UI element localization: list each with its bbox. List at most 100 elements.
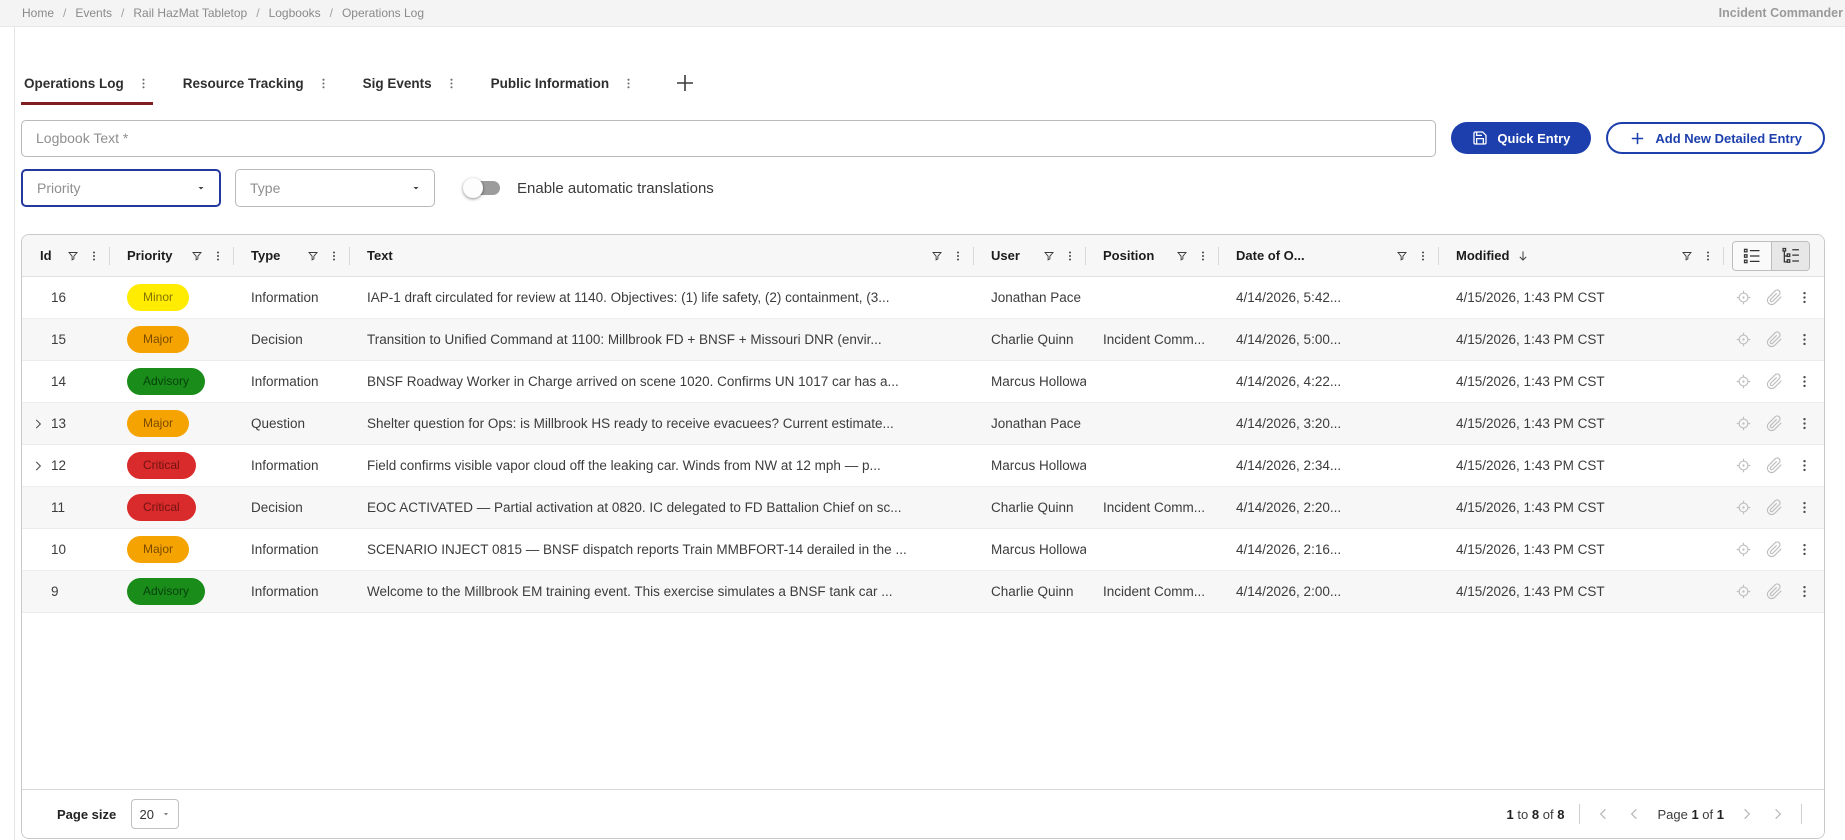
locate-target-icon[interactable] <box>1735 499 1752 516</box>
tab-menu-icon[interactable] <box>137 77 150 90</box>
tab-menu-icon[interactable] <box>622 77 635 90</box>
filter-icon[interactable] <box>1396 250 1408 262</box>
pager-divider <box>1801 804 1802 824</box>
grouped-list-view-icon[interactable] <box>1771 242 1809 270</box>
next-page-icon[interactable] <box>1739 806 1755 822</box>
page-size-select[interactable]: 20 <box>131 799 179 829</box>
tab-operations-log[interactable]: Operations Log <box>21 76 153 105</box>
quick-entry-button[interactable]: Quick Entry <box>1451 122 1591 154</box>
table-footer: Page size 20 1 to 8 of 8 Page 1 of 1 <box>22 789 1824 838</box>
column-menu-icon[interactable] <box>1417 250 1429 262</box>
locate-target-icon[interactable] <box>1735 373 1752 390</box>
row-menu-icon[interactable] <box>1797 500 1812 515</box>
logbook-text-input[interactable] <box>21 120 1436 157</box>
last-page-icon[interactable] <box>1770 806 1786 822</box>
locate-target-icon[interactable] <box>1735 457 1752 474</box>
table-row[interactable]: 14 Advisory Information BNSF Roadway Wor… <box>22 361 1824 403</box>
row-menu-icon[interactable] <box>1797 332 1812 347</box>
attachment-paperclip-icon[interactable] <box>1766 289 1783 306</box>
column-menu-icon[interactable] <box>212 250 224 262</box>
locate-target-icon[interactable] <box>1735 331 1752 348</box>
row-menu-icon[interactable] <box>1797 374 1812 389</box>
table-row[interactable]: 16 Minor Information IAP-1 draft circula… <box>22 277 1824 319</box>
table-row[interactable]: 10 Major Information SCENARIO INJECT 081… <box>22 529 1824 571</box>
table-row[interactable]: 12 Critical Information Field confirms v… <box>22 445 1824 487</box>
filter-icon[interactable] <box>1043 250 1055 262</box>
chevron-down-icon <box>161 809 171 819</box>
row-menu-icon[interactable] <box>1797 290 1812 305</box>
tab-sig-events[interactable]: Sig Events <box>360 76 461 105</box>
tab-label: Public Information <box>491 76 610 91</box>
plus-icon <box>1629 130 1646 147</box>
add-detailed-entry-button[interactable]: Add New Detailed Entry <box>1606 122 1825 154</box>
tab-label: Sig Events <box>363 76 432 91</box>
type-select[interactable]: Type <box>235 169 435 207</box>
column-menu-icon[interactable] <box>1064 250 1076 262</box>
expand-chevron-icon[interactable] <box>28 456 48 476</box>
filter-icon[interactable] <box>307 250 319 262</box>
column-header-priority[interactable]: Priority <box>110 235 234 276</box>
breadcrumb-item-events[interactable]: Events <box>75 6 112 20</box>
column-menu-icon[interactable] <box>1197 250 1209 262</box>
filter-icon[interactable] <box>931 250 943 262</box>
tab-public-information[interactable]: Public Information <box>488 76 639 105</box>
attachment-paperclip-icon[interactable] <box>1766 457 1783 474</box>
filter-icon[interactable] <box>191 250 203 262</box>
row-id: 16 <box>51 290 66 305</box>
locate-target-icon[interactable] <box>1735 541 1752 558</box>
row-type: Information <box>234 529 350 570</box>
row-position: Incident Comm... <box>1086 487 1219 528</box>
attachment-paperclip-icon[interactable] <box>1766 583 1783 600</box>
breadcrumb-item-logbooks[interactable]: Logbooks <box>269 6 321 20</box>
tab-menu-icon[interactable] <box>317 77 330 90</box>
previous-page-icon[interactable] <box>1626 806 1642 822</box>
tab-resource-tracking[interactable]: Resource Tracking <box>180 76 333 105</box>
locate-target-icon[interactable] <box>1735 289 1752 306</box>
row-menu-icon[interactable] <box>1797 416 1812 431</box>
column-menu-icon[interactable] <box>88 250 100 262</box>
row-menu-icon[interactable] <box>1797 584 1812 599</box>
breadcrumb-item-event-name[interactable]: Rail HazMat Tabletop <box>133 6 247 20</box>
column-header-date-of-occurrence[interactable]: Date of O... <box>1219 235 1439 276</box>
column-menu-icon[interactable] <box>952 250 964 262</box>
row-menu-icon[interactable] <box>1797 542 1812 557</box>
translations-toggle[interactable] <box>466 181 500 195</box>
table-row[interactable]: 13 Major Question Shelter question for O… <box>22 403 1824 445</box>
first-page-icon[interactable] <box>1595 806 1611 822</box>
breadcrumb-item-home[interactable]: Home <box>22 6 54 20</box>
breadcrumb-separator: / <box>256 6 259 20</box>
flat-list-view-icon[interactable] <box>1733 242 1771 270</box>
attachment-paperclip-icon[interactable] <box>1766 499 1783 516</box>
column-header-position[interactable]: Position <box>1086 235 1219 276</box>
save-icon <box>1472 130 1488 146</box>
column-header-text[interactable]: Text <box>350 235 974 276</box>
row-modified: 4/15/2026, 1:43 PM CST <box>1439 487 1724 528</box>
tab-label: Operations Log <box>24 76 124 91</box>
attachment-paperclip-icon[interactable] <box>1766 415 1783 432</box>
attachment-paperclip-icon[interactable] <box>1766 373 1783 390</box>
filter-icon[interactable] <box>67 250 79 262</box>
priority-select[interactable]: Priority <box>21 169 221 207</box>
column-header-user[interactable]: User <box>974 235 1086 276</box>
row-menu-icon[interactable] <box>1797 458 1812 473</box>
table-row[interactable]: 9 Advisory Information Welcome to the Mi… <box>22 571 1824 613</box>
breadcrumb: Home / Events / Rail HazMat Tabletop / L… <box>22 6 424 20</box>
column-menu-icon[interactable] <box>328 250 340 262</box>
locate-target-icon[interactable] <box>1735 583 1752 600</box>
column-header-modified[interactable]: Modified <box>1439 235 1724 276</box>
attachment-paperclip-icon[interactable] <box>1766 541 1783 558</box>
expand-chevron-icon[interactable] <box>28 414 48 434</box>
filter-icon[interactable] <box>1681 250 1693 262</box>
add-tab-icon[interactable] <box>673 71 697 95</box>
column-menu-icon[interactable] <box>1702 250 1714 262</box>
column-header-id[interactable]: Id <box>22 235 110 276</box>
table-row[interactable]: 15 Major Decision Transition to Unified … <box>22 319 1824 361</box>
column-header-type[interactable]: Type <box>234 235 350 276</box>
tab-menu-icon[interactable] <box>445 77 458 90</box>
row-position <box>1086 403 1219 444</box>
attachment-paperclip-icon[interactable] <box>1766 331 1783 348</box>
filter-icon[interactable] <box>1176 250 1188 262</box>
table-row[interactable]: 11 Critical Decision EOC ACTIVATED — Par… <box>22 487 1824 529</box>
row-modified: 4/15/2026, 1:43 PM CST <box>1439 277 1724 318</box>
locate-target-icon[interactable] <box>1735 415 1752 432</box>
